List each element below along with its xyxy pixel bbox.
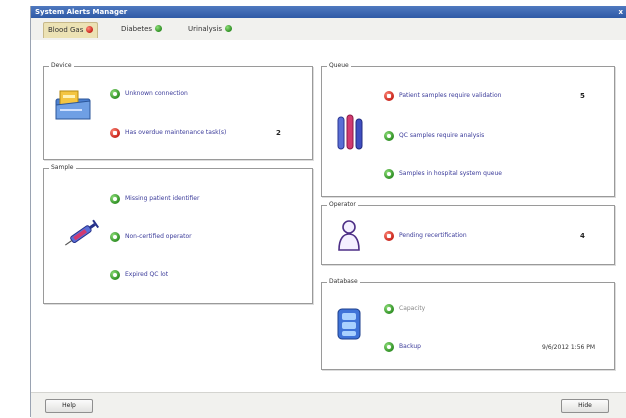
title-bar[interactable]: System Alerts Manager x (31, 6, 626, 18)
row-label: Expired QC lot (125, 271, 169, 278)
ok-status-icon (384, 304, 394, 314)
test-tubes-icon (337, 114, 363, 150)
sample-row-missing-patient-id[interactable]: Missing patient identifier (110, 193, 199, 205)
row-label: Missing patient identifier (125, 195, 200, 202)
backup-timestamp: 9/6/2012 1:56 PM (542, 344, 596, 351)
queue-legend: Queue (327, 62, 351, 69)
alert-status-icon (384, 91, 394, 101)
queue-row-patient-validation[interactable]: Patient samples require validation (384, 90, 501, 102)
ok-status-icon (384, 342, 394, 352)
row-label: Samples in hospital system queue (399, 170, 502, 177)
footer-bar: Help Hide (31, 392, 626, 418)
hide-button[interactable]: Hide (561, 399, 609, 413)
tab-diabetes[interactable]: Diabetes (117, 22, 166, 37)
row-label: Capacity (399, 305, 426, 312)
row-label: Has overdue maintenance task(s) (125, 129, 227, 136)
ok-status-icon (110, 194, 120, 204)
ok-status-icon (110, 89, 120, 99)
tab-bar: Blood Gas Diabetes Urinalysis (31, 18, 626, 40)
database-row-backup[interactable]: Backup (384, 341, 421, 353)
sample-row-expired-qc-lot[interactable]: Expired QC lot (110, 269, 168, 281)
device-folder-icon (55, 90, 91, 120)
row-label: Non-certified operator (125, 233, 192, 240)
sample-legend: Sample (49, 164, 76, 171)
sample-group: Sample Missing patient identifier Non-ce… (43, 164, 313, 304)
ok-status-icon (110, 270, 120, 280)
window-title: System Alerts Manager (35, 8, 128, 16)
queue-group: Queue Patient samples require validation… (321, 62, 615, 197)
tab-label: Blood Gas (48, 26, 84, 34)
database-row-capacity[interactable]: Capacity (384, 303, 425, 315)
queue-validation-count: 5 (580, 92, 585, 100)
ok-status-icon (155, 24, 163, 32)
alert-status-icon (86, 25, 94, 33)
close-icon[interactable]: x (618, 6, 623, 18)
operator-recert-count: 4 (580, 232, 585, 240)
operator-person-icon (338, 220, 360, 251)
help-button[interactable]: Help (45, 399, 93, 413)
alert-status-icon (110, 128, 120, 138)
queue-row-hospital-system[interactable]: Samples in hospital system queue (384, 168, 502, 180)
row-label: Pending recertification (399, 232, 467, 239)
operator-group: Operator Pending recertification 4 (321, 201, 615, 265)
tab-urinalysis[interactable]: Urinalysis (184, 22, 236, 37)
ok-status-icon (384, 169, 394, 179)
row-label: Backup (399, 343, 421, 350)
tab-label: Diabetes (121, 25, 153, 33)
device-group: Device Unknown connection Has overdue ma… (43, 62, 313, 160)
device-legend: Device (49, 62, 74, 69)
operator-row-pending-recertification[interactable]: Pending recertification (384, 230, 467, 242)
database-group: Database Capacity Backup 9/6/2012 1:56 P… (321, 278, 615, 370)
tab-blood-gas[interactable]: Blood Gas (43, 22, 99, 38)
row-label: Unknown connection (125, 90, 188, 97)
syringe-icon (64, 219, 100, 246)
operator-legend: Operator (327, 201, 358, 208)
device-overdue-count: 2 (276, 129, 281, 137)
row-label: Patient samples require validation (399, 92, 502, 99)
database-icon (337, 308, 361, 340)
alert-status-icon (384, 231, 394, 241)
ok-status-icon (225, 24, 232, 32)
alerts-window: System Alerts Manager x Blood Gas Diabet… (30, 6, 626, 418)
database-legend: Database (327, 278, 360, 285)
tab-content: Device Unknown connection Has overdue ma… (31, 40, 626, 392)
device-row-overdue-maintenance[interactable]: Has overdue maintenance task(s) (110, 127, 226, 139)
ok-status-icon (110, 232, 120, 242)
row-label: QC samples require analysis (399, 132, 485, 139)
queue-row-qc-analysis[interactable]: QC samples require analysis (384, 130, 484, 142)
device-row-unknown-connection[interactable]: Unknown connection (110, 88, 188, 100)
ok-status-icon (384, 131, 394, 141)
tab-label: Urinalysis (188, 25, 222, 33)
sample-row-non-certified-operator[interactable]: Non-certified operator (110, 231, 192, 243)
